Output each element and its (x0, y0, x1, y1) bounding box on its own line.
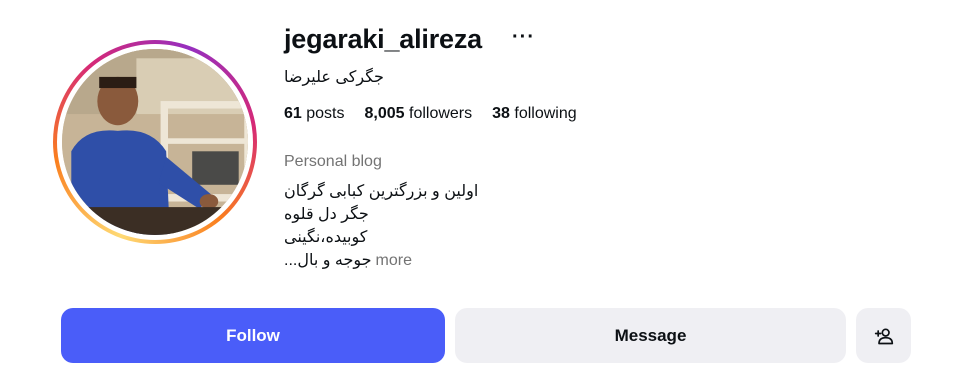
bio-line: جگر دل قلوه (284, 206, 369, 223)
username: jegaraki_alireza (284, 24, 482, 54)
bio-line: کوبیده،نگینی (284, 229, 368, 246)
following-count: 38 (492, 105, 510, 122)
full-name: جگرکی علیرضا (284, 69, 384, 86)
profile-avatar-ring[interactable] (53, 40, 257, 244)
bio: اولین و بزرگترین کبابی گرگان جگر دل قلوه… (284, 180, 478, 272)
bio-line: جوجه و بال... (284, 252, 372, 269)
followers-label: followers (409, 105, 473, 122)
bio-more-link[interactable]: more (376, 249, 412, 272)
bio-line: اولین و بزرگترین کبابی گرگان (284, 183, 479, 200)
posts-label: posts (306, 105, 345, 122)
avatar (62, 49, 248, 235)
profile-category: Personal blog (284, 153, 382, 170)
follow-button[interactable]: Follow (61, 308, 445, 363)
message-button[interactable]: Message (455, 308, 846, 363)
profile-stats: 61 posts 8,005 followers 38 following (284, 105, 577, 123)
followers-stat[interactable]: 8,005 followers (365, 105, 473, 123)
following-stat[interactable]: 38 following (492, 105, 577, 123)
following-label: following (514, 105, 577, 122)
avatar-photo (62, 49, 248, 235)
posts-count: 61 (284, 105, 302, 122)
add-person-icon (874, 328, 893, 344)
posts-stat: 61 posts (284, 105, 345, 123)
more-options-icon[interactable]: ··· (512, 26, 535, 49)
suggested-accounts-button[interactable] (856, 308, 911, 363)
followers-count: 8,005 (364, 105, 405, 122)
